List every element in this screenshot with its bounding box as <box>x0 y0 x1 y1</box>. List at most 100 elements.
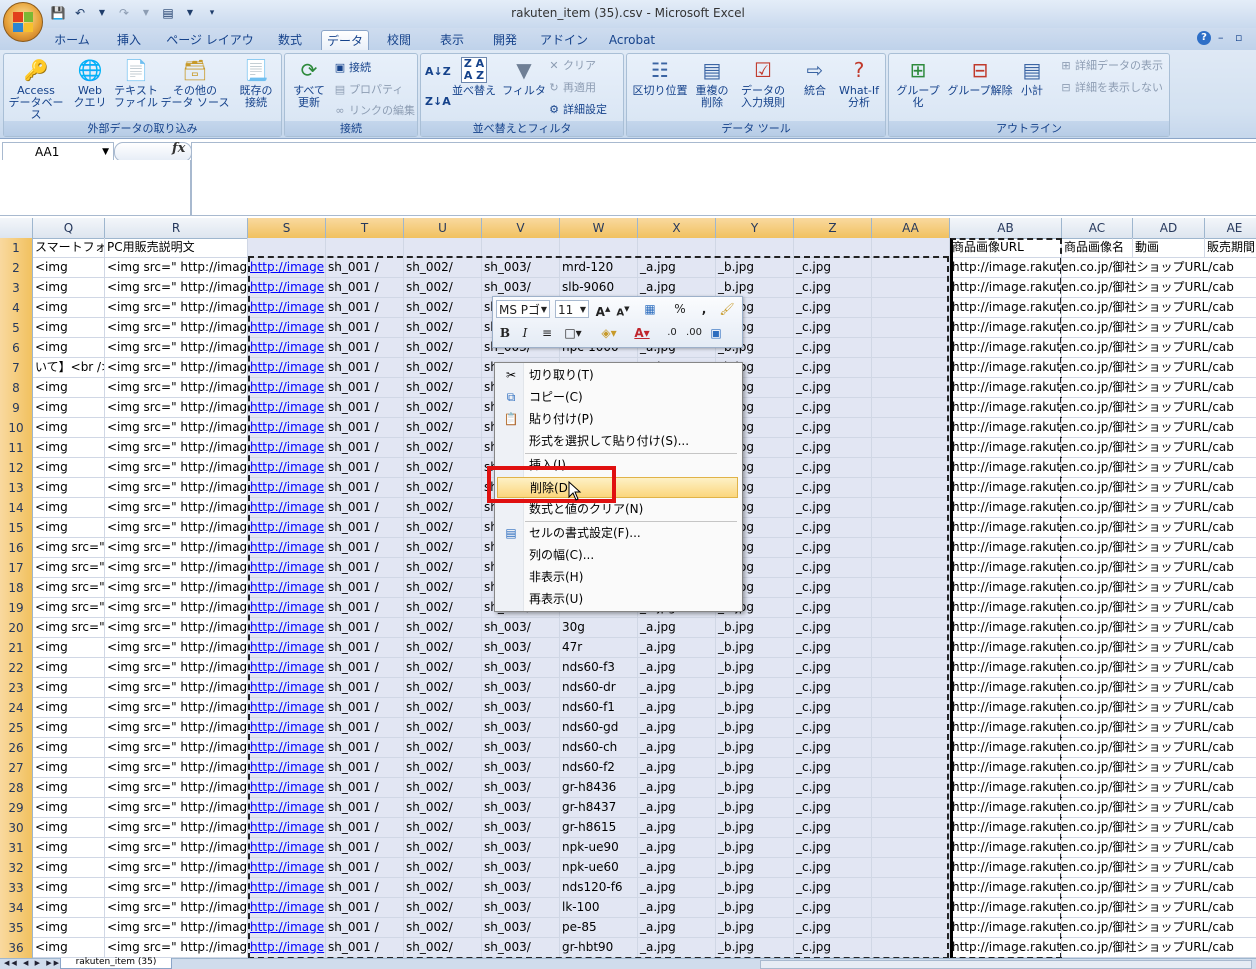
cell-s[interactable]: http://image <box>248 698 326 717</box>
cell-z[interactable]: _c.jpg <box>794 558 872 577</box>
cell-s[interactable]: http://image <box>248 878 326 897</box>
cell-ab[interactable]: http://image.rakuten.co.jp/御社ショップURL/cab <box>950 918 1234 937</box>
cell-y[interactable]: _b.jpg <box>716 618 794 637</box>
cell-z[interactable]: _c.jpg <box>794 538 872 557</box>
shrink-font-icon[interactable]: A▼ <box>615 300 631 318</box>
cell-s[interactable]: http://image <box>248 338 326 357</box>
column-header-aa[interactable]: AA <box>872 218 950 238</box>
sort-asc-icon[interactable]: A↓Z <box>425 64 451 80</box>
cell-aa[interactable] <box>872 638 950 657</box>
cell-z[interactable]: _c.jpg <box>794 338 872 357</box>
menu-item-unhide[interactable]: 再表示(U) <box>497 589 738 610</box>
cell-v[interactable]: sh_003/ <box>482 678 560 697</box>
cell-aa[interactable] <box>872 458 950 477</box>
center-align-icon[interactable]: ≡ <box>539 324 555 342</box>
cell-q[interactable]: <img <box>33 838 105 857</box>
tab-formulas[interactable]: 数式 <box>268 30 312 50</box>
cell-q[interactable]: <img <box>33 458 105 477</box>
cell-z[interactable]: _c.jpg <box>794 258 872 277</box>
cell-t[interactable]: sh_001 / <box>326 438 404 457</box>
cell-t[interactable]: sh_001 / <box>326 858 404 877</box>
cell-q[interactable]: <img src=" <box>33 618 105 637</box>
cell-aa[interactable] <box>872 718 950 737</box>
cell-u[interactable]: sh_002/ <box>404 698 482 717</box>
cell-t[interactable]: sh_001 / <box>326 478 404 497</box>
column-header-w[interactable]: W <box>560 218 638 238</box>
cell-t[interactable]: sh_001 / <box>326 618 404 637</box>
cell-v[interactable]: sh_003/ <box>482 638 560 657</box>
cell-aa[interactable] <box>872 938 950 957</box>
menu-item-column-width[interactable]: 列の幅(C)... <box>497 545 738 566</box>
cell-x[interactable]: _a.jpg <box>638 758 716 777</box>
cell-y[interactable]: _b.jpg <box>716 818 794 837</box>
borders-icon[interactable]: □▾ <box>561 324 585 342</box>
cell-s[interactable]: http://image <box>248 558 326 577</box>
column-header-r[interactable]: R <box>105 218 248 238</box>
cell-s[interactable]: http://image <box>248 938 326 957</box>
sheet-tab[interactable]: rakuten_item (35) <box>60 958 172 969</box>
cell-aa[interactable] <box>872 238 950 257</box>
cell-q[interactable]: <img src=" <box>33 578 105 597</box>
cell-w[interactable]: nds60-gd <box>560 718 638 737</box>
cell-aa[interactable] <box>872 398 950 417</box>
cell-x[interactable]: _a.jpg <box>638 798 716 817</box>
tab-developer[interactable]: 開発 <box>483 30 527 50</box>
cell-q[interactable]: <img <box>33 878 105 897</box>
row-header[interactable]: 1 <box>0 238 33 258</box>
cell-u[interactable]: sh_002/ <box>404 738 482 757</box>
cell-z[interactable]: _c.jpg <box>794 438 872 457</box>
cell-x[interactable]: _a.jpg <box>638 898 716 917</box>
cell-ab[interactable]: http://image.rakuten.co.jp/御社ショップURL/cab <box>950 858 1234 877</box>
dropdown-icon[interactable]: ▼ <box>138 5 154 21</box>
cell-q[interactable]: <img <box>33 438 105 457</box>
cell-ab[interactable]: 商品画像URL <box>950 238 1062 257</box>
cell-ab[interactable]: http://image.rakuten.co.jp/御社ショップURL/cab <box>950 798 1234 817</box>
cell-v[interactable]: sh_003/ <box>482 618 560 637</box>
dropdown-icon[interactable]: ▼ <box>182 5 198 21</box>
row-header[interactable]: 25 <box>0 718 33 738</box>
cell-z[interactable]: _c.jpg <box>794 578 872 597</box>
cell-ab[interactable]: http://image.rakuten.co.jp/御社ショップURL/cab <box>950 358 1234 377</box>
connections-button[interactable]: ▣ 接続 <box>333 60 371 76</box>
cell-w[interactable]: nds60-f3 <box>560 658 638 677</box>
what-if-button[interactable]: ? What-If 分析 <box>835 57 883 109</box>
cell-q[interactable]: <img <box>33 938 105 957</box>
cell-x[interactable]: _a.jpg <box>638 738 716 757</box>
cell-r[interactable]: <img src=" http://image <box>105 478 248 497</box>
cell-x[interactable]: _a.jpg <box>638 718 716 737</box>
cell-z[interactable]: _c.jpg <box>794 838 872 857</box>
cell-w[interactable]: mrd-120 <box>560 258 638 277</box>
undo-icon[interactable]: ↶ <box>72 5 88 21</box>
cell-aa[interactable] <box>872 258 950 277</box>
cell-s[interactable] <box>248 238 326 257</box>
cell-z[interactable]: _c.jpg <box>794 318 872 337</box>
row-header[interactable]: 27 <box>0 758 33 778</box>
row-header[interactable]: 30 <box>0 818 33 838</box>
row-header[interactable]: 5 <box>0 318 33 338</box>
cell-w[interactable]: npk-ue60 <box>560 858 638 877</box>
cell-z[interactable]: _c.jpg <box>794 898 872 917</box>
cell-u[interactable]: sh_002/ <box>404 298 482 317</box>
cell-w[interactable]: gr-h8436 <box>560 778 638 797</box>
cell-t[interactable]: sh_001 / <box>326 878 404 897</box>
cell-q[interactable]: <img <box>33 858 105 877</box>
cell-x[interactable]: _a.jpg <box>638 838 716 857</box>
column-header-x[interactable]: X <box>638 218 716 238</box>
cell-aa[interactable] <box>872 618 950 637</box>
row-header[interactable]: 35 <box>0 918 33 938</box>
cell-ab[interactable]: http://image.rakuten.co.jp/御社ショップURL/cab <box>950 558 1234 577</box>
cell-aa[interactable] <box>872 558 950 577</box>
cell-q[interactable]: <img src=" <box>33 598 105 617</box>
cell-z[interactable]: _c.jpg <box>794 498 872 517</box>
row-header[interactable]: 19 <box>0 598 33 618</box>
cell-y[interactable]: _b.jpg <box>716 918 794 937</box>
cell-y[interactable]: _b.jpg <box>716 258 794 277</box>
cell-u[interactable]: sh_002/ <box>404 638 482 657</box>
cell-s[interactable]: http://image <box>248 818 326 837</box>
cell-w[interactable]: gr-hbt90 <box>560 938 638 957</box>
row-header[interactable]: 9 <box>0 398 33 418</box>
cell-x[interactable] <box>638 238 716 257</box>
cell-aa[interactable] <box>872 898 950 917</box>
cell-y[interactable]: _b.jpg <box>716 798 794 817</box>
dropdown-icon[interactable]: ▼ <box>94 5 110 21</box>
